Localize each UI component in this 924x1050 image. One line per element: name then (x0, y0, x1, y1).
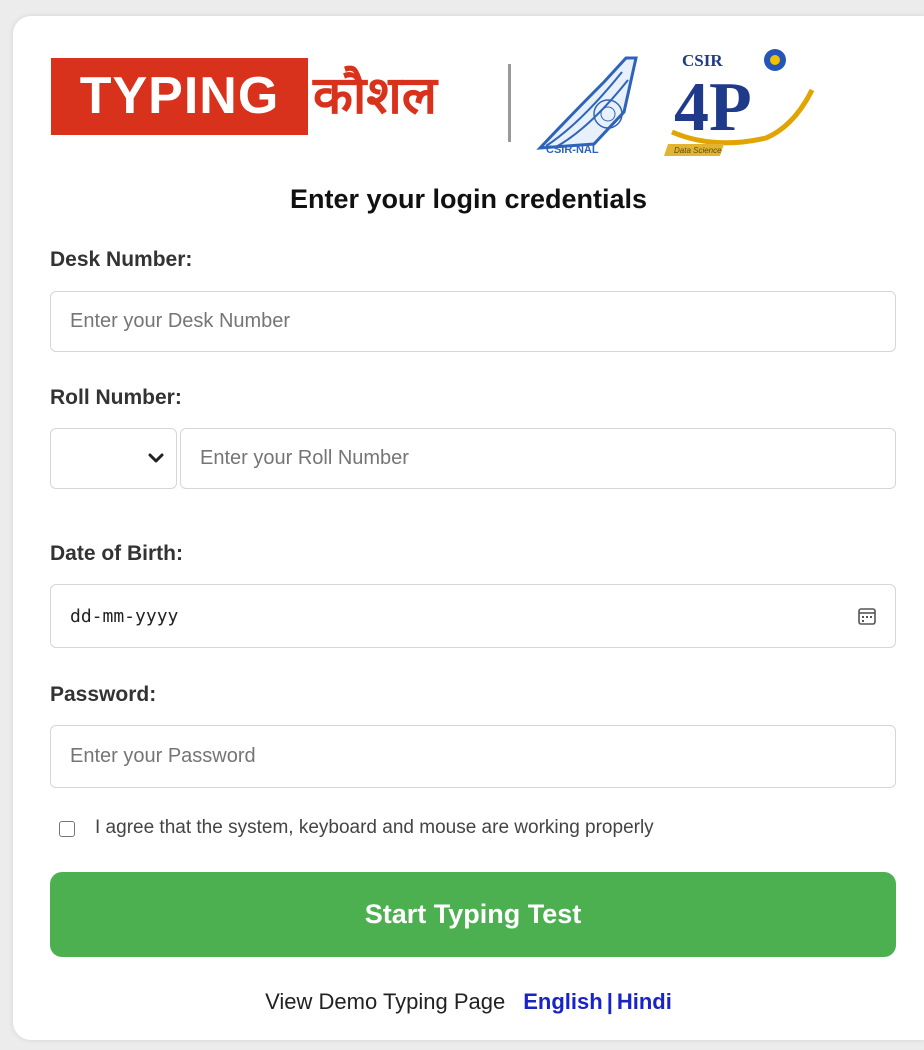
typing-logo: TYPING (51, 58, 308, 135)
roll-number-input[interactable]: Enter your Roll Number (180, 428, 896, 489)
desk-number-placeholder: Enter your Desk Number (70, 310, 291, 332)
date-of-birth-value: dd-mm-yyyy (70, 605, 179, 627)
desk-number-input[interactable]: Enter your Desk Number (50, 291, 896, 352)
typing-logo-text: TYPING (79, 67, 280, 125)
csir-logo-text: CSIR (682, 51, 723, 70)
chevron-down-icon (148, 453, 164, 463)
date-of-birth-label: Date of Birth: (50, 542, 183, 565)
desk-number-label: Desk Number: (50, 248, 193, 271)
logo-divider (508, 64, 511, 142)
roll-number-placeholder: Enter your Roll Number (200, 447, 409, 469)
start-typing-test-button[interactable]: Start Typing Test (50, 872, 896, 957)
roll-prefix-select[interactable] (50, 428, 177, 489)
login-card: TYPING कौशल CSIR-NAL CSIR 4P Data Scienc… (13, 16, 924, 1040)
demo-links: View Demo Typing Page English | Hindi (13, 989, 924, 1015)
hindi-demo-link[interactable]: Hindi (617, 989, 672, 1014)
password-input[interactable]: Enter your Password (50, 725, 896, 788)
csir-nal-logo: CSIR-NAL (536, 56, 638, 156)
password-placeholder: Enter your Password (70, 745, 256, 767)
start-typing-test-label: Start Typing Test (364, 899, 582, 929)
agree-checkbox[interactable] (59, 821, 75, 837)
page-title: Enter your login credentials (289, 184, 648, 214)
nal-logo-text: CSIR-NAL (546, 144, 599, 156)
fourpi-tagline: Data Science (674, 146, 722, 155)
date-of-birth-input[interactable]: dd-mm-yyyy (50, 584, 896, 648)
english-demo-link[interactable]: English (523, 989, 602, 1014)
link-separator: | (606, 989, 613, 1014)
demo-label: View Demo Typing Page (265, 989, 506, 1014)
calendar-icon[interactable] (857, 606, 877, 626)
csir-4pi-logo: CSIR 4P Data Science (664, 49, 815, 156)
kaushal-logo-text: कौशल (313, 66, 438, 126)
password-label: Password: (50, 683, 157, 706)
agree-label[interactable]: I agree that the system, keyboard and mo… (95, 817, 654, 839)
roll-number-label: Roll Number: (50, 386, 182, 409)
